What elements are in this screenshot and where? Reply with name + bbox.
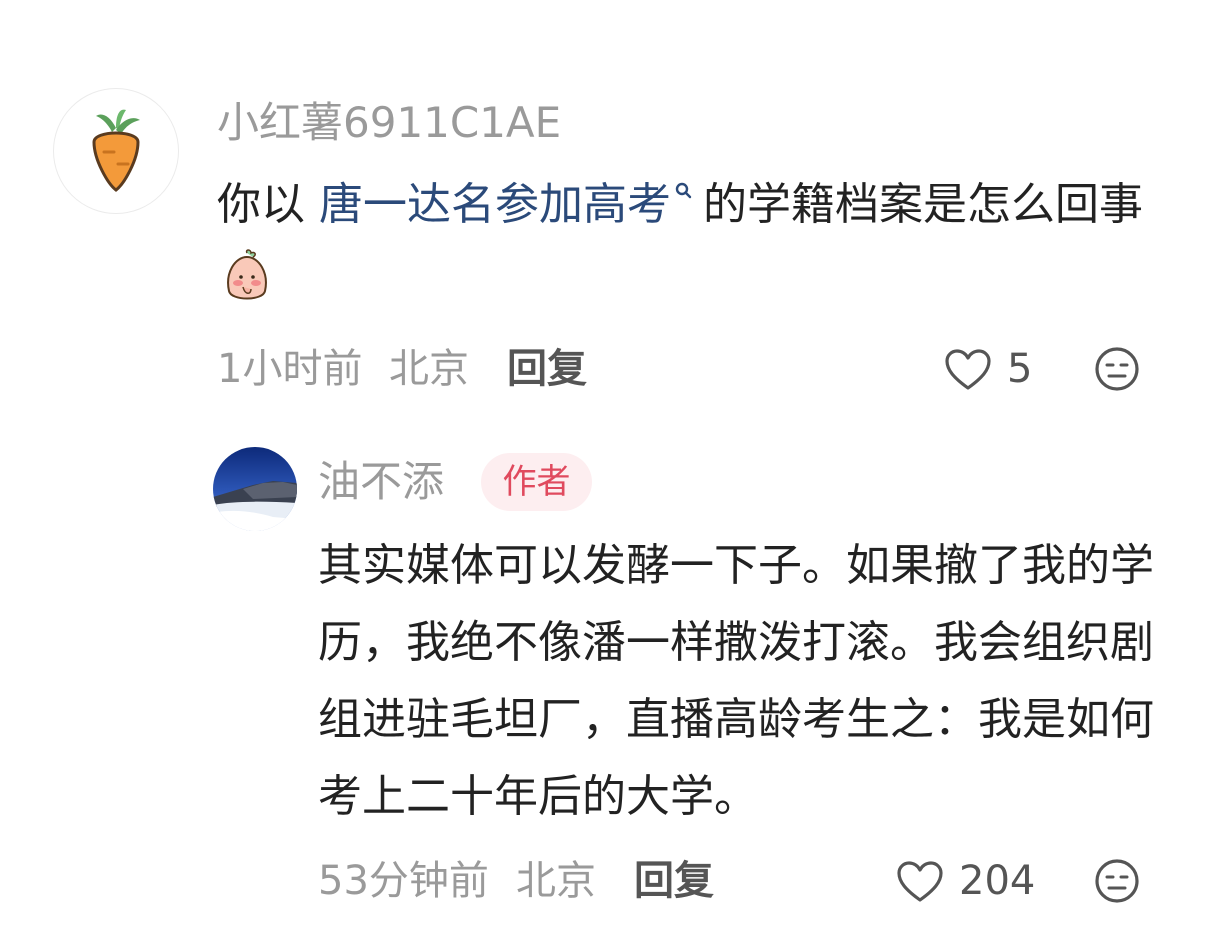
landscape-avatar	[213, 447, 297, 531]
mention-link[interactable]: 唐一达名参加高考	[319, 179, 671, 230]
like-count: 5	[1007, 346, 1033, 392]
heart-outline-icon[interactable]	[896, 860, 944, 904]
comment-time: 1小时前	[217, 346, 363, 392]
reply-meta-row: 53分钟前 北京 回复 204	[318, 852, 1147, 910]
user-avatar[interactable]	[53, 88, 179, 214]
reply-text: 其实媒体可以发酵一下子。如果撤了我的学历，我绝不像潘一样撒泼打滚。我会组织剧组进…	[318, 540, 1154, 822]
author-badge: 作者	[481, 453, 592, 511]
comment-username[interactable]: 小红薯6911C1AE	[217, 96, 561, 150]
comment-text-before: 你以	[217, 179, 319, 230]
reply-like-count: 204	[959, 858, 1036, 904]
meh-face-icon[interactable]	[1094, 346, 1140, 392]
comment-text-after: 的学籍档案是怎么回事	[703, 179, 1143, 230]
comment-text: 你以 唐一达名参加高考 的学籍档案是怎么回事	[217, 168, 1162, 316]
reply-avatar[interactable]	[213, 447, 297, 531]
comment-location: 北京	[389, 346, 469, 392]
reply-reply-button[interactable]: 回复	[634, 852, 714, 910]
reply-button[interactable]: 回复	[507, 340, 587, 398]
comment-meta-row: 1小时前 北京 回复 5	[217, 340, 1147, 398]
carrot-icon	[92, 109, 140, 192]
heart-outline-icon[interactable]	[944, 348, 992, 392]
reply-location: 北京	[516, 858, 596, 904]
reply-time: 53分钟前	[318, 858, 489, 904]
search-icon[interactable]	[675, 182, 693, 202]
shy-face-sticker-icon	[227, 249, 267, 300]
reply-username[interactable]: 油不添	[318, 455, 444, 509]
meh-face-icon[interactable]	[1094, 858, 1140, 904]
